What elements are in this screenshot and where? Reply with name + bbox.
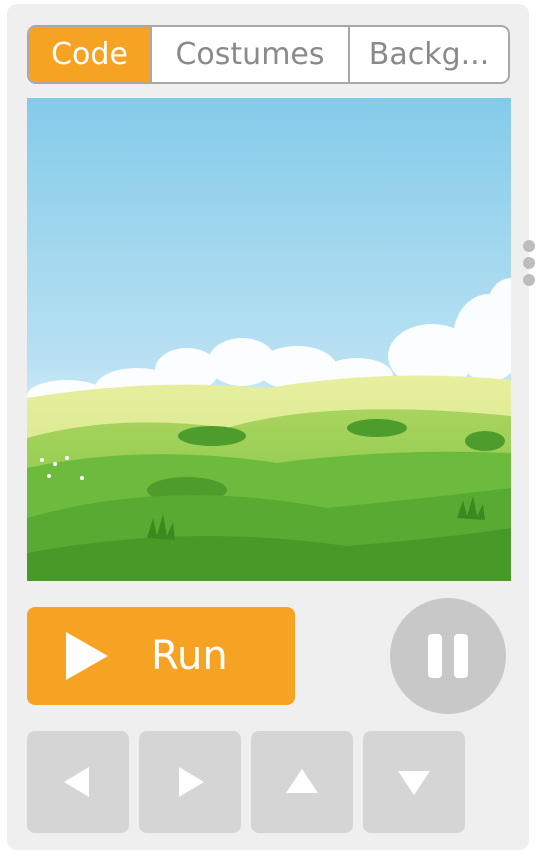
arrow-right-button[interactable] <box>139 731 241 833</box>
arrow-right-icon <box>179 767 204 797</box>
arrow-left-button[interactable] <box>27 731 129 833</box>
meadow-background-image <box>27 98 511 581</box>
handle-dot <box>523 240 535 252</box>
run-button[interactable]: Run <box>27 607 295 705</box>
tab-costumes[interactable]: Costumes <box>150 27 348 82</box>
arrow-up-icon <box>286 769 318 793</box>
arrow-down-button[interactable] <box>363 731 465 833</box>
play-icon <box>66 632 108 680</box>
run-button-label: Run <box>151 633 228 679</box>
pause-button[interactable] <box>390 598 506 714</box>
handle-dot <box>523 274 535 286</box>
arrow-down-icon <box>398 771 430 795</box>
tab-bar: Code Costumes Backg... <box>27 25 510 84</box>
arrow-left-icon <box>64 767 89 797</box>
tab-backgrounds[interactable]: Backg... <box>348 27 508 82</box>
pause-icon <box>428 634 468 678</box>
stage-canvas[interactable] <box>27 98 511 581</box>
tab-code[interactable]: Code <box>29 27 150 82</box>
stage-resize-handle[interactable] <box>523 240 535 294</box>
arrow-up-button[interactable] <box>251 731 353 833</box>
handle-dot <box>523 257 535 269</box>
